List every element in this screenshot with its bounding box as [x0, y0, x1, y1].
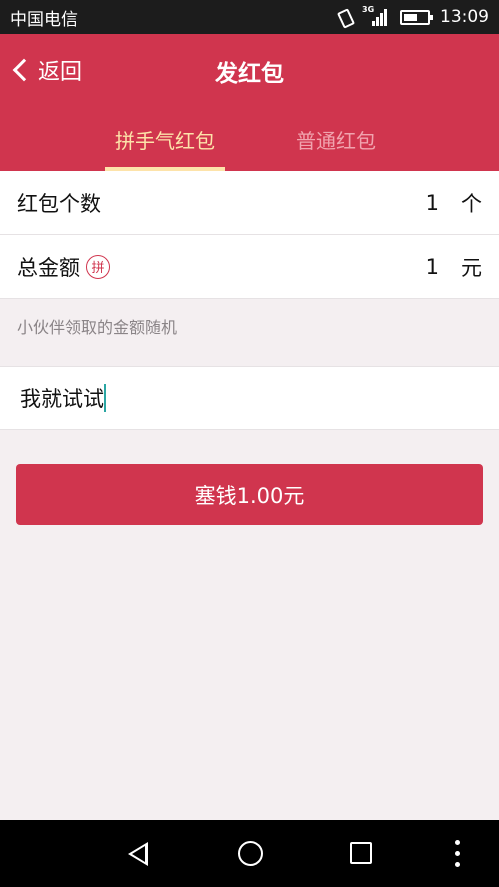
tab-lucky-packet[interactable]: 拼手气红包	[105, 125, 225, 171]
tab-label: 普通红包	[296, 129, 376, 153]
signal-icon: 3G	[362, 5, 390, 27]
text-caret	[104, 384, 106, 412]
packet-count-row[interactable]: 红包个数 1 个	[0, 171, 499, 235]
battery-icon	[400, 9, 433, 25]
status-bar: 中国电信 3G 13:09	[0, 0, 499, 34]
nav-recent-icon[interactable]	[350, 842, 372, 864]
message-row[interactable]: 我就试试	[0, 366, 499, 430]
packet-count-unit: 个	[461, 191, 482, 216]
packet-count-label: 红包个数	[17, 191, 101, 216]
nav-menu-icon[interactable]	[455, 840, 461, 868]
packet-count-input[interactable]: 1	[426, 191, 439, 215]
total-amount-unit: 元	[461, 255, 482, 280]
page-title: 发红包	[215, 61, 284, 87]
carrier-name: 中国电信	[10, 9, 78, 30]
tab-label: 拼手气红包	[115, 129, 215, 153]
total-amount-row[interactable]: 总金额 拼 1 元	[0, 235, 499, 299]
nav-back-icon[interactable]	[128, 842, 148, 866]
clock: 13:09	[440, 7, 489, 27]
lucky-badge: 拼	[86, 254, 110, 279]
vibrate-icon	[336, 8, 352, 26]
tab-normal-packet[interactable]: 普通红包	[276, 125, 396, 171]
header: 返回 发红包 拼手气红包 普通红包	[0, 34, 499, 171]
total-amount-label: 总金额	[17, 255, 80, 280]
system-nav-bar	[0, 820, 499, 887]
total-amount-input[interactable]: 1	[426, 255, 439, 279]
total-amount-label-group: 总金额 拼	[17, 252, 426, 282]
network-type: 3G	[362, 5, 375, 14]
random-amount-hint: 小伙伴领取的金额随机	[17, 318, 178, 337]
submit-money-button[interactable]: 塞钱1.00元	[16, 464, 483, 525]
status-icons: 3G 13:09	[336, 5, 489, 27]
message-input[interactable]: 我就试试	[20, 383, 104, 413]
nav-home-icon[interactable]	[238, 841, 263, 866]
